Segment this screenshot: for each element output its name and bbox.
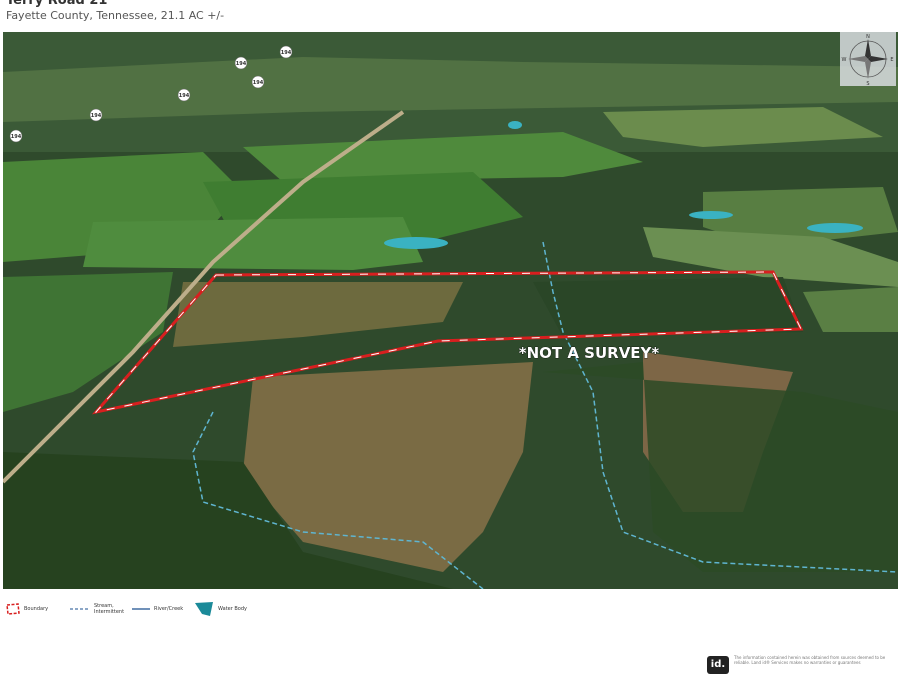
road-shield: 194 [234,56,248,70]
compass-icon: N E S W [840,32,896,87]
pond [689,211,733,219]
svg-text:194: 194 [91,113,102,119]
legend-label: Boundary [24,606,49,612]
compass-rose: N E S W [840,32,896,87]
svg-text:W: W [842,57,847,63]
page-title: Terry Road 21 [6,0,108,8]
svg-text:S: S [866,81,869,86]
pond [384,237,448,249]
land-id-logo: id. [707,656,729,674]
pond [508,121,522,129]
stream-intermittent-icon [70,608,90,610]
svg-text:194: 194 [236,61,247,67]
legend-label: Stream, Intermittent [94,603,125,615]
aerial-map[interactable]: 194 194 194 194 194 194 *NOT A SURVEY* [3,32,898,589]
road-shield: 194 [9,129,23,143]
pond [807,223,863,233]
road-shield: 194 [279,45,293,59]
legend-item-water-body: Water Body [194,600,247,618]
road-shield: 194 [177,88,191,102]
map-canvas: 194 194 194 194 194 194 *NOT A SURVEY* [3,32,898,589]
forest [533,277,803,337]
svg-text:N: N [866,34,870,40]
road-shield: 194 [89,108,103,122]
legend-item-river-creek: River/Creek [132,600,183,618]
legend-item-boundary: Boundary [6,600,48,618]
river-creek-icon [132,608,150,610]
page-subtitle: Fayette County, Tennessee, 21.1 AC +/- [6,9,225,22]
svg-text:194: 194 [281,50,292,56]
legend-item-stream-intermittent: Stream, Intermittent [70,600,128,618]
road-shield: 194 [251,75,265,89]
legend-label: Water Body [218,606,247,612]
svg-text:194: 194 [179,93,190,99]
boundary-icon [6,603,20,615]
header: Terry Road 21 Fayette County, Tennessee,… [6,0,224,23]
water-body-icon [195,602,213,616]
svg-text:194: 194 [11,134,22,140]
legend-label: River/Creek [154,606,184,612]
not-a-survey-label: *NOT A SURVEY* [519,344,660,362]
disclaimer-text: The information contained herein was obt… [734,655,886,665]
svg-text:E: E [890,57,893,63]
svg-text:194: 194 [253,80,264,86]
